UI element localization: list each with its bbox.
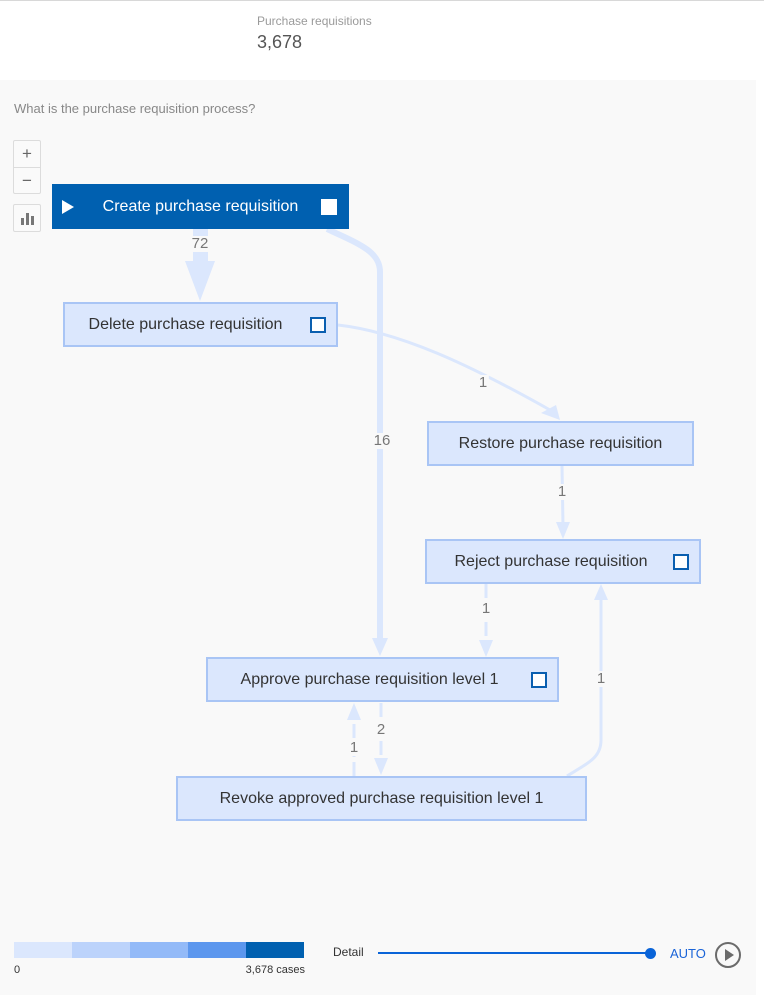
edge-label: 2 [374, 721, 388, 738]
kpi-card: Purchase requisitions 3,678 [257, 14, 372, 53]
legend-swatch [130, 942, 188, 958]
play-icon[interactable] [715, 942, 741, 968]
node-approve-purchase-requisition-level-1[interactable]: Approve purchase requisition level 1 [206, 657, 559, 702]
edge-label: 16 [371, 432, 393, 449]
node-checkbox[interactable] [531, 671, 547, 688]
edge-label: 1 [594, 670, 608, 687]
node-checkbox[interactable] [673, 553, 689, 570]
start-icon [62, 199, 74, 214]
edge-label: 1 [555, 483, 569, 500]
node-checkbox[interactable] [310, 316, 326, 333]
auto-button[interactable]: AUTO [670, 946, 706, 961]
kpi-value: 3,678 [257, 32, 303, 52]
node-label: Approve purchase requisition level 1 [240, 670, 499, 688]
node-create-purchase-requisition[interactable]: Create purchase requisition [52, 184, 349, 229]
zoom-controls: + − [13, 140, 41, 194]
legend-swatch [14, 942, 72, 958]
legend-min: 0 [14, 964, 21, 976]
frequency-legend [14, 942, 304, 958]
panel-title: What is the purchase requisition process… [14, 101, 256, 116]
node-checkbox[interactable] [321, 198, 337, 215]
node-reject-purchase-requisition[interactable]: Reject purchase requisition [425, 539, 701, 584]
statistics-button[interactable] [13, 204, 41, 232]
detail-slider-thumb[interactable] [645, 948, 656, 959]
node-label: Create purchase requisition [102, 197, 299, 215]
node-delete-purchase-requisition[interactable]: Delete purchase requisition [63, 302, 338, 347]
node-restore-purchase-requisition[interactable]: Restore purchase requisition [427, 421, 694, 466]
detail-label: Detail [333, 945, 364, 959]
edge-label: 1 [476, 374, 490, 391]
edge-label: 1 [347, 739, 361, 756]
edge-label: 72 [189, 235, 211, 252]
zoom-in-button[interactable]: + [14, 141, 40, 167]
node-label: Restore purchase requisition [458, 434, 663, 452]
node-label: Revoke approved purchase requisition lev… [219, 789, 544, 807]
bar-chart-icon [30, 216, 34, 225]
bar-chart-icon [20, 218, 24, 225]
legend-swatch [246, 942, 304, 958]
legend-swatch [72, 942, 130, 958]
node-revoke-approved-purchase-requisition-level-1[interactable]: Revoke approved purchase requisition lev… [176, 776, 587, 821]
node-label: Delete purchase requisition [88, 315, 283, 333]
detail-slider[interactable] [378, 952, 650, 954]
legend-max: 3,678 cases [245, 964, 305, 976]
node-label: Reject purchase requisition [454, 552, 648, 570]
legend-swatch [188, 942, 246, 958]
bar-chart-icon [25, 213, 29, 225]
top-border [0, 0, 764, 1]
zoom-out-button[interactable]: − [14, 167, 40, 193]
edge-label: 1 [479, 600, 493, 617]
kpi-label: Purchase requisitions [257, 14, 372, 28]
